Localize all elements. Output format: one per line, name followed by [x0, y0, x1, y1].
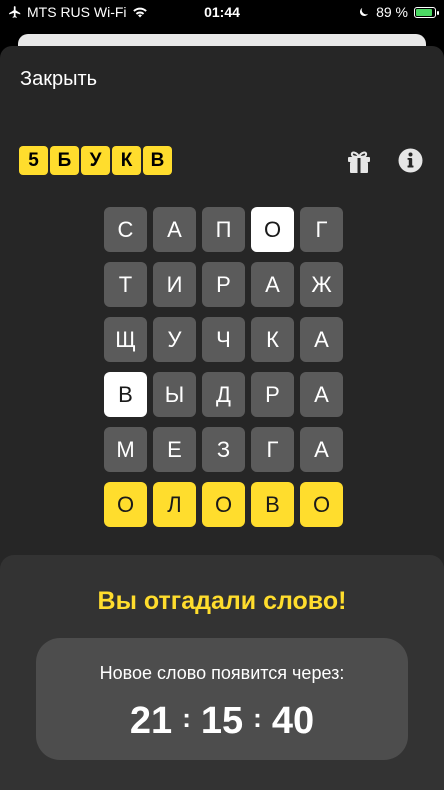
letter-tile: Л [153, 482, 196, 527]
letter-tile: Ж [300, 262, 343, 307]
letter-board: САПОГТИРАЖЩУЧКАВЫДРАМЕЗГАОЛОВО [104, 207, 343, 527]
logo-letter: У [81, 146, 110, 175]
timer-seconds: 40 [271, 700, 315, 742]
timer-hours: 21 [129, 700, 173, 742]
letter-tile: А [300, 372, 343, 417]
letter-tile: З [202, 427, 245, 472]
letter-tile: О [300, 482, 343, 527]
letter-tile: Ч [202, 317, 245, 362]
letter-tile: К [251, 317, 294, 362]
logo-letter: К [112, 146, 141, 175]
letter-tile: Е [153, 427, 196, 472]
letter-tile: Г [251, 427, 294, 472]
letter-tile: У [153, 317, 196, 362]
letter-tile: С [104, 207, 147, 252]
letter-tile: Р [251, 372, 294, 417]
battery-icon [414, 6, 439, 18]
letter-tile: Т [104, 262, 147, 307]
letter-tile: Г [300, 207, 343, 252]
letter-tile: В [251, 482, 294, 527]
logo: 5 Б У К В [19, 146, 172, 175]
letter-tile: Ы [153, 372, 196, 417]
gift-icon[interactable] [346, 148, 372, 174]
letter-tile: В [104, 372, 147, 417]
timer-separator: : [253, 703, 262, 733]
close-button[interactable]: Закрыть [20, 68, 97, 91]
letter-tile: П [202, 207, 245, 252]
result-title: Вы отгадали слово! [97, 587, 347, 615]
letter-tile: О [251, 207, 294, 252]
moon-icon [360, 8, 369, 16]
letter-tile: А [300, 317, 343, 362]
letter-tile: М [104, 427, 147, 472]
logo-letter: 5 [19, 146, 48, 175]
next-word-label: Новое слово появится через: [99, 663, 345, 683]
timer-separator: : [182, 703, 191, 733]
info-icon[interactable] [398, 148, 423, 173]
letter-tile: О [104, 482, 147, 527]
timer-minutes: 15 [200, 700, 244, 742]
logo-letter: В [143, 146, 172, 175]
logo-letter: Б [50, 146, 79, 175]
letter-tile: О [202, 482, 245, 527]
status-bar: MTS RUS Wi-Fi 01:44 89 % [0, 0, 444, 26]
letter-tile: Д [202, 372, 245, 417]
letter-tile: Щ [104, 317, 147, 362]
battery-percent: 89 % [376, 4, 408, 20]
countdown-timer: 21:15:40 [0, 700, 444, 743]
letter-tile: А [153, 207, 196, 252]
letter-tile: И [153, 262, 196, 307]
letter-tile: А [251, 262, 294, 307]
letter-tile: Р [202, 262, 245, 307]
letter-tile: А [300, 427, 343, 472]
status-right: 89 % [358, 4, 439, 20]
